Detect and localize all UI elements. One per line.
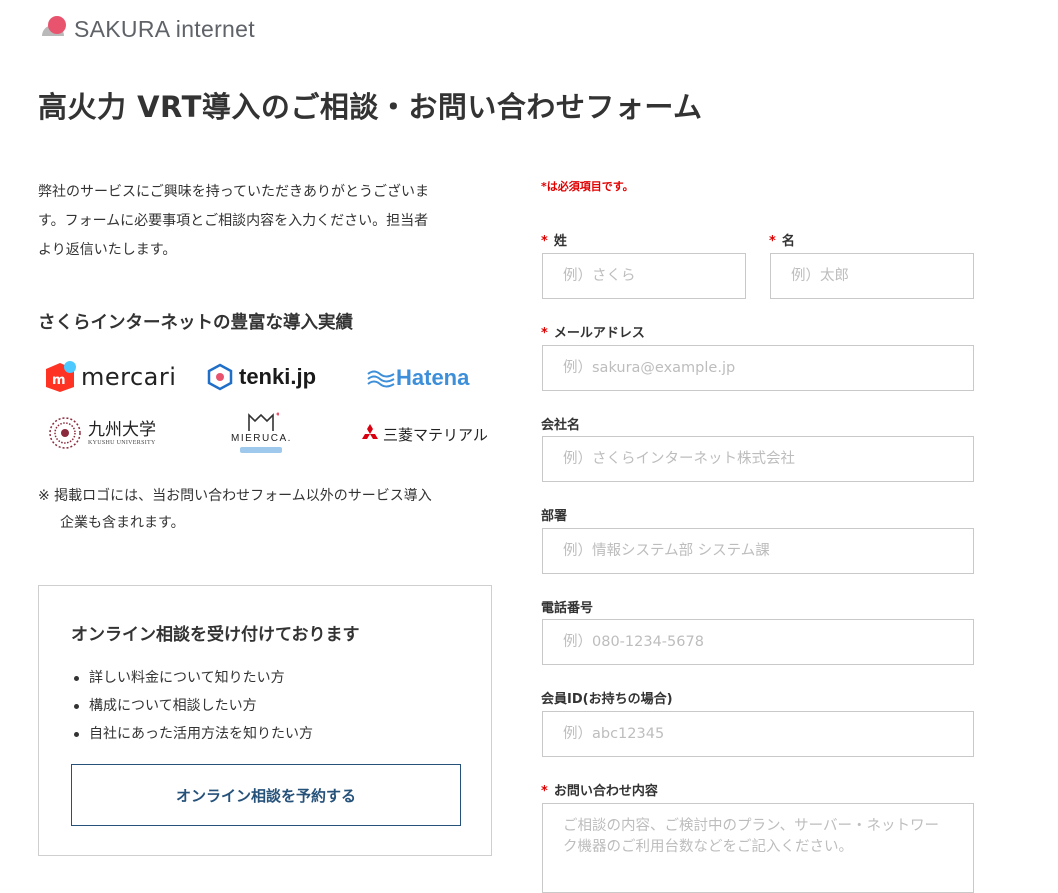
label-text: メールアドレス bbox=[553, 326, 645, 341]
mieruca-icon bbox=[248, 412, 280, 431]
label-text: 姓 bbox=[553, 234, 567, 249]
mitsubishi-text: 三菱マテリアル bbox=[383, 425, 488, 444]
kyushu-emblem-icon bbox=[49, 417, 81, 449]
card-title: オンライン相談を受け付けております bbox=[71, 625, 360, 645]
company-input[interactable] bbox=[542, 436, 974, 482]
last-name-label: * 姓 bbox=[541, 230, 567, 249]
mitsubishi-materials-logo: 三菱マテリアル bbox=[359, 421, 488, 447]
required-mark: * bbox=[541, 326, 548, 341]
inquiry-textarea[interactable] bbox=[542, 803, 974, 893]
kyushu-subtext: KYUSHU UNIVERSITY bbox=[88, 440, 156, 446]
intro-text: 弊社のサービスにご興味を持っていただきありがとうございま す。フォームに必要事項… bbox=[38, 178, 498, 265]
mercari-text: mercari bbox=[81, 363, 177, 391]
phone-input[interactable] bbox=[542, 619, 974, 665]
department-label: 部署 bbox=[541, 509, 568, 524]
mieruca-logo: MIERUCA. bbox=[231, 406, 292, 458]
kyushu-university-logo: 九州大学 KYUSHU UNIVERSITY bbox=[48, 414, 156, 452]
mercari-logo: m mercari bbox=[43, 360, 176, 394]
svg-text:m: m bbox=[52, 373, 66, 388]
member-id-label: 会員ID(お持ちの場合) bbox=[541, 692, 673, 707]
consultation-list: 詳しい料金について知りたい方 構成について相談したい方 自社にあった活用方法を知… bbox=[71, 664, 313, 748]
mercari-icon: m bbox=[46, 361, 76, 392]
tenki-logo: tenki.jp bbox=[206, 362, 316, 392]
mitsubishi-diamonds-icon bbox=[362, 424, 378, 439]
achievements-title: さくらインターネットの豊富な導入実績 bbox=[38, 313, 353, 333]
hatena-logo: Hatena bbox=[366, 364, 469, 392]
intro-line: より返信いたします。 bbox=[38, 242, 177, 258]
hatena-icon bbox=[367, 370, 395, 388]
required-mark: * bbox=[541, 784, 548, 799]
required-mark: * bbox=[541, 234, 548, 249]
last-name-input[interactable] bbox=[542, 253, 746, 299]
note-line: 企業も含まれます。 bbox=[60, 515, 185, 531]
intro-line: 弊社のサービスにご興味を持っていただきありがとうございま bbox=[38, 184, 430, 200]
company-label: 会社名 bbox=[541, 418, 581, 433]
email-input[interactable] bbox=[542, 345, 974, 391]
tenki-icon bbox=[207, 363, 233, 391]
online-consultation-card: オンライン相談を受け付けております 詳しい料金について知りたい方 構成について相… bbox=[38, 585, 492, 856]
member-id-input[interactable] bbox=[542, 711, 974, 757]
first-name-input[interactable] bbox=[770, 253, 974, 299]
label-text: 名 bbox=[781, 234, 795, 249]
intro-line: す。フォームに必要事項とご相談内容を入力ください。担当者 bbox=[38, 213, 429, 229]
inquiry-label: * お問い合わせ内容 bbox=[541, 780, 658, 799]
note-line: ※ 掲載ロゴには、当お問い合わせフォーム以外のサービス導入 bbox=[38, 488, 432, 504]
mieruca-badge bbox=[240, 447, 283, 453]
required-note: *は必須項目です。 bbox=[541, 180, 634, 193]
sakura-logo[interactable]: SAKURA internet bbox=[38, 12, 255, 46]
list-item: 詳しい料金について知りたい方 bbox=[71, 664, 313, 692]
department-input[interactable] bbox=[542, 528, 974, 574]
sakura-logo-icon bbox=[38, 14, 68, 44]
mieruca-text: MIERUCA. bbox=[231, 433, 292, 444]
list-item: 構成について相談したい方 bbox=[71, 692, 313, 720]
hatena-text: Hatena bbox=[396, 365, 470, 390]
page-title: 高火力 VRT導入のご相談・お問い合わせフォーム bbox=[38, 90, 703, 124]
first-name-label: * 名 bbox=[769, 230, 795, 249]
email-label: * メールアドレス bbox=[541, 322, 645, 341]
tenki-text: tenki.jp bbox=[239, 364, 317, 389]
phone-label: 電話番号 bbox=[541, 601, 594, 616]
logo-note: ※ 掲載ロゴには、当お問い合わせフォーム以外のサービス導入 企業も含まれます。 bbox=[38, 483, 498, 537]
kyushu-text: 九州大学 bbox=[88, 420, 156, 440]
book-online-consultation-button[interactable]: オンライン相談を予約する bbox=[71, 764, 461, 826]
required-mark: * bbox=[769, 234, 776, 249]
list-item: 自社にあった活用方法を知りたい方 bbox=[71, 720, 313, 748]
brand-name: SAKURA internet bbox=[74, 15, 255, 42]
label-text: お問い合わせ内容 bbox=[553, 784, 658, 799]
